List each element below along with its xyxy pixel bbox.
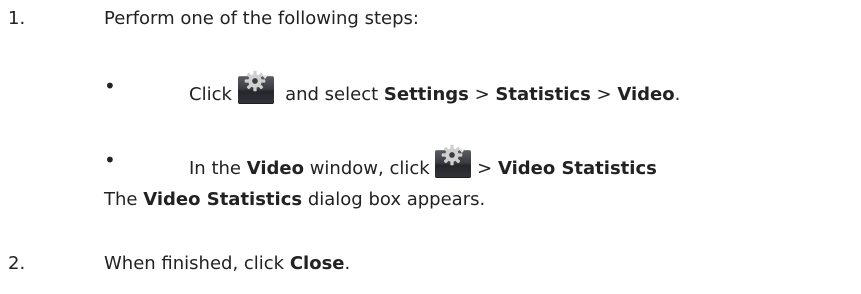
option-text: In the: [189, 158, 241, 179]
gear-icon: [442, 144, 463, 166]
option-text: and select: [285, 84, 379, 105]
menu-path-item: Statistics: [495, 84, 591, 105]
result-text: The: [104, 189, 138, 210]
settings-gear-button[interactable]: [237, 70, 274, 104]
step-text: Perform one of the following steps:: [104, 8, 419, 29]
step-number: 1.: [8, 8, 26, 29]
punctuation: .: [344, 253, 351, 274]
menu-path-item: Video: [617, 84, 675, 105]
settings-gear-button[interactable]: [435, 144, 472, 178]
step-text: When finished, click: [104, 253, 285, 274]
dialog-name: Video Statistics: [143, 189, 303, 210]
punctuation: .: [674, 84, 681, 105]
bullet: •: [104, 74, 116, 98]
step-result: The Video Statistics dialog box appears.: [104, 189, 485, 211]
option-text: Click: [189, 84, 232, 105]
gear-icon: [244, 70, 265, 92]
separator: >: [477, 158, 493, 179]
option-text: window, click: [309, 158, 430, 179]
separator: >: [474, 84, 490, 105]
window-name: Video: [246, 158, 304, 179]
menu-path-item: Settings: [383, 84, 469, 105]
bullet: •: [104, 148, 116, 172]
separator: >: [596, 84, 612, 105]
step-number: 2.: [8, 253, 26, 274]
result-text: dialog box appears.: [307, 189, 486, 210]
chevron-down-icon: [459, 149, 466, 153]
chevron-down-icon: [261, 75, 268, 79]
menu-target: Video Statistics: [497, 158, 657, 179]
close-target: Close: [289, 253, 345, 274]
